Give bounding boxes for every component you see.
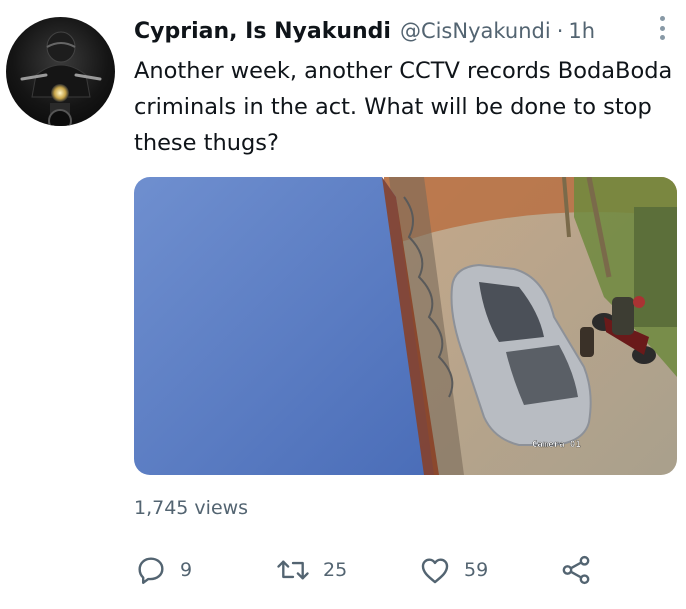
avatar-motorcycle-rider-image [20, 31, 102, 126]
retweet-icon [277, 560, 309, 580]
avatar[interactable] [6, 17, 115, 126]
retweet-button[interactable]: 25 [275, 550, 347, 590]
tweet-timestamp[interactable]: 1h [568, 19, 595, 43]
share-icon [562, 555, 590, 585]
view-count[interactable]: 1,745 views [134, 497, 248, 519]
like-count: 59 [464, 559, 489, 581]
like-button[interactable]: 59 [418, 550, 488, 590]
separator-dot: · [556, 19, 564, 43]
tweet-text: Another week, another CCTV records BodaB… [134, 58, 673, 156]
tweet-media[interactable]: Camera 01 [134, 177, 677, 475]
reply-button[interactable]: 9 [134, 550, 192, 590]
tweet-actions: 9 25 59 [134, 550, 604, 590]
cctv-camera-label: Camera 01 [532, 440, 581, 450]
heart-icon [421, 558, 449, 584]
cctv-video-frame: Camera 01 [134, 177, 677, 475]
reply-icon [138, 557, 164, 584]
author-name[interactable]: Cyprian, Is Nyakundi [134, 19, 391, 44]
more-options-icon[interactable] [652, 13, 672, 43]
reply-count: 9 [180, 559, 193, 581]
share-button[interactable] [559, 550, 593, 590]
retweet-count: 25 [323, 559, 348, 581]
author-handle[interactable]: @CisNyakundi [400, 19, 551, 43]
tweet-header: Cyprian, Is Nyakundi @CisNyakundi · 1h [134, 14, 668, 48]
